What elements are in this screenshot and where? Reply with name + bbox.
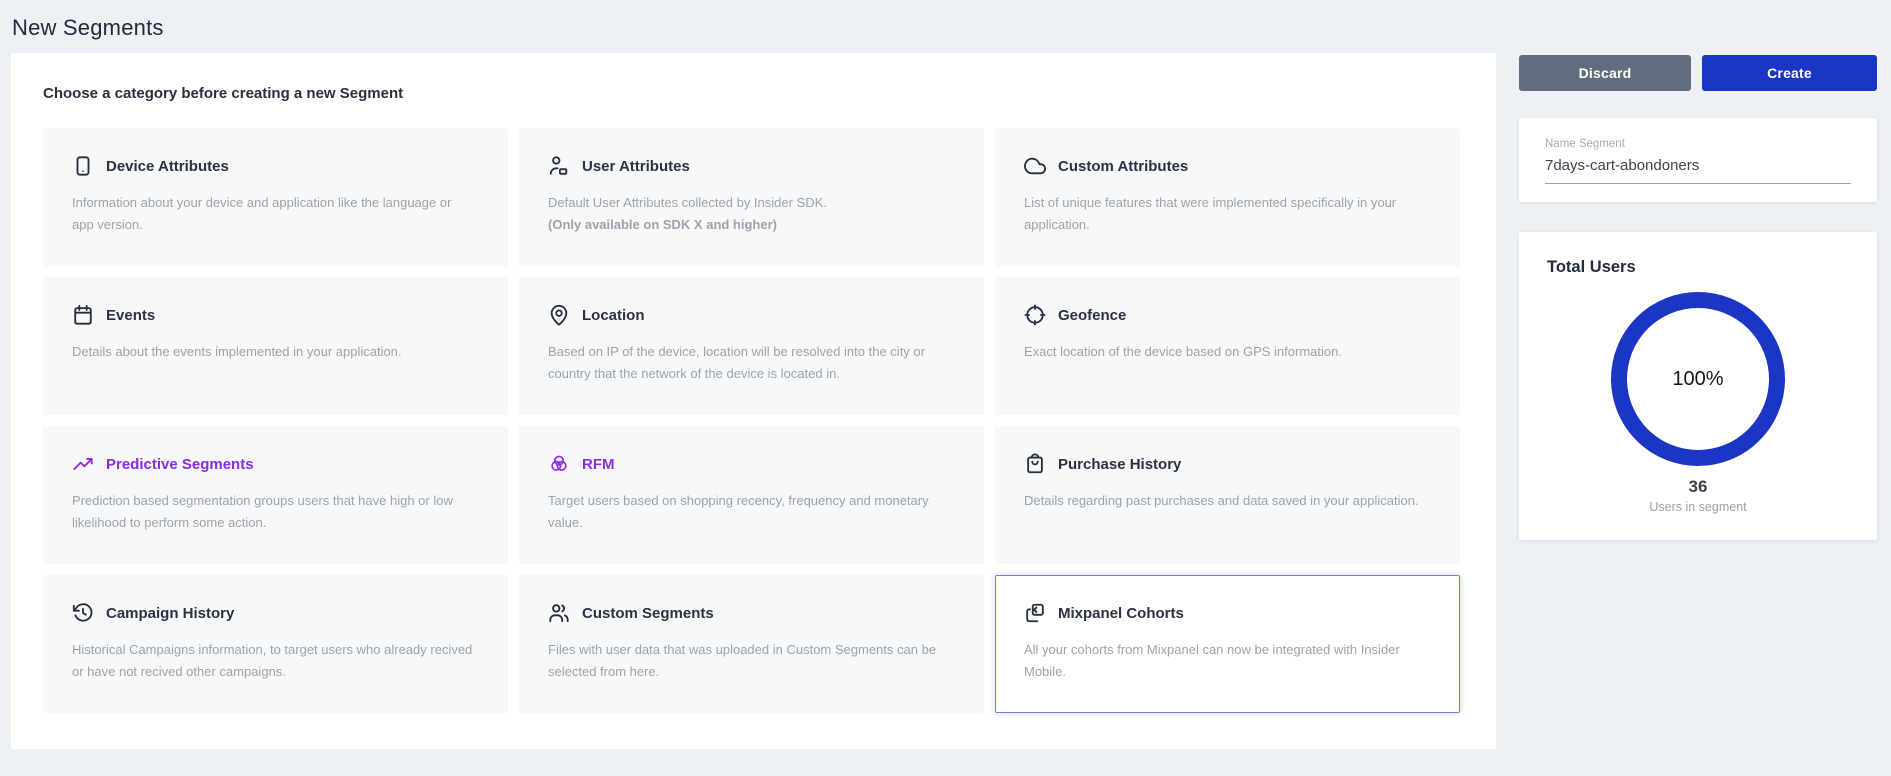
category-title: Custom Attributes <box>1058 158 1188 175</box>
category-grid: Device Attributes Information about your… <box>43 128 1460 713</box>
content-area: Choose a category before creating a new … <box>0 53 1891 749</box>
trending-up-icon <box>72 453 94 475</box>
name-segment-input[interactable] <box>1545 157 1851 184</box>
category-description: Based on IP of the device, location will… <box>548 341 955 385</box>
category-card-predictive-segments[interactable]: Predictive Segments Prediction based seg… <box>43 426 508 564</box>
category-card-purchase-history[interactable]: Purchase History Details regarding past … <box>995 426 1460 564</box>
create-button[interactable]: Create <box>1702 55 1877 91</box>
category-description: Exact location of the device based on GP… <box>1024 341 1431 363</box>
category-card-device-attributes[interactable]: Device Attributes Information about your… <box>43 128 508 266</box>
category-description-note: (Only available on SDK X and higher) <box>548 214 949 236</box>
total-users-heading: Total Users <box>1547 258 1849 277</box>
total-users-percent: 100% <box>1610 291 1786 467</box>
total-users-card: Total Users 100% 36 Users in segment <box>1519 232 1877 540</box>
users-icon <box>548 602 570 624</box>
panel-heading: Choose a category before creating a new … <box>43 85 1460 102</box>
venn-circles-icon <box>548 453 570 475</box>
category-description: Files with user data that was uploaded i… <box>548 639 955 683</box>
category-card-rfm[interactable]: RFM Target users based on shopping recen… <box>519 426 984 564</box>
category-description: List of unique features that were implem… <box>1024 192 1431 236</box>
crosshair-icon <box>1024 304 1046 326</box>
category-title: Mixpanel Cohorts <box>1058 605 1184 622</box>
category-title: RFM <box>582 456 615 473</box>
category-title: Predictive Segments <box>106 456 254 473</box>
category-card-user-attributes[interactable]: User Attributes Default User Attributes … <box>519 128 984 266</box>
page-title: New Segments <box>0 0 1891 53</box>
category-description: Details regarding past purchases and dat… <box>1024 490 1431 512</box>
cloud-icon <box>1024 155 1046 177</box>
category-card-mixpanel-cohorts[interactable]: Mixpanel Cohorts All your cohorts from M… <box>995 575 1460 713</box>
total-users-count: 36 <box>1547 477 1849 497</box>
total-users-caption: Users in segment <box>1547 500 1849 514</box>
category-description: Prediction based segmentation groups use… <box>72 490 479 534</box>
category-card-campaign-history[interactable]: Campaign History Historical Campaigns in… <box>43 575 508 713</box>
shopping-bag-icon <box>1024 453 1046 475</box>
category-title: Location <box>582 307 645 324</box>
category-title: Device Attributes <box>106 158 229 175</box>
user-badge-icon <box>548 155 570 177</box>
history-clock-icon <box>72 602 94 624</box>
right-sidebar: Discard Create Name Segment Total Users … <box>1519 53 1877 540</box>
integration-icon <box>1024 602 1046 624</box>
category-description: Historical Campaigns information, to tar… <box>72 639 479 683</box>
category-panel: Choose a category before creating a new … <box>11 53 1496 749</box>
category-title: Events <box>106 307 155 324</box>
category-card-location[interactable]: Location Based on IP of the device, loca… <box>519 277 984 415</box>
total-users-donut: 100% <box>1610 291 1786 467</box>
category-title: Custom Segments <box>582 605 714 622</box>
category-title: Geofence <box>1058 307 1126 324</box>
discard-button[interactable]: Discard <box>1519 55 1691 91</box>
calendar-icon <box>72 304 94 326</box>
map-pin-icon <box>548 304 570 326</box>
category-title: Campaign History <box>106 605 234 622</box>
category-description: Details about the events implemented in … <box>72 341 479 363</box>
category-description: Information about your device and applic… <box>72 192 479 236</box>
category-description: All your cohorts from Mixpanel can now b… <box>1024 639 1431 683</box>
category-card-custom-segments[interactable]: Custom Segments Files with user data tha… <box>519 575 984 713</box>
smartphone-icon <box>72 155 94 177</box>
category-card-custom-attributes[interactable]: Custom Attributes List of unique feature… <box>995 128 1460 266</box>
category-description: Default User Attributes collected by Ins… <box>548 192 955 236</box>
action-buttons: Discard Create <box>1519 55 1877 91</box>
category-card-events[interactable]: Events Details about the events implemen… <box>43 277 508 415</box>
category-title: User Attributes <box>582 158 690 175</box>
name-segment-card: Name Segment <box>1519 118 1877 202</box>
category-card-geofence[interactable]: Geofence Exact location of the device ba… <box>995 277 1460 415</box>
name-segment-label: Name Segment <box>1545 138 1851 150</box>
category-description: Target users based on shopping recency, … <box>548 490 955 534</box>
category-title: Purchase History <box>1058 456 1181 473</box>
